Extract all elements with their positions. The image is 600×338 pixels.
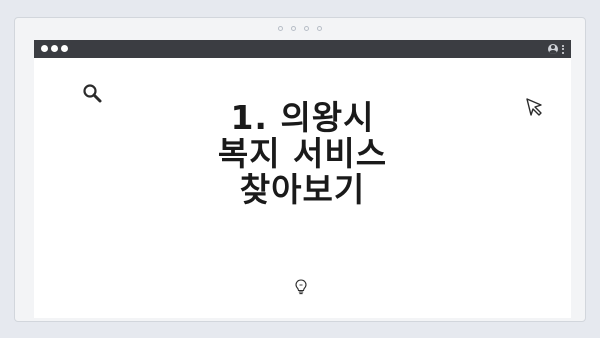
browser-window: 1. 의왕시 복지 서비스 찾아보기	[34, 40, 571, 318]
titlebar-actions	[548, 43, 565, 55]
window-close-dot[interactable]	[41, 45, 48, 52]
headline-line-2: 복지 서비스	[217, 134, 388, 173]
frame-dot	[291, 26, 296, 31]
window-titlebar	[34, 40, 571, 58]
frame-dot	[304, 26, 309, 31]
user-icon[interactable]	[548, 44, 558, 54]
frame-dots	[15, 26, 585, 31]
frame-dot	[278, 26, 283, 31]
page-headline: 1. 의왕시 복지 서비스 찾아보기	[34, 100, 571, 208]
kebab-menu-icon[interactable]	[562, 44, 565, 54]
window-maximize-dot[interactable]	[61, 45, 68, 52]
window-minimize-dot[interactable]	[51, 45, 58, 52]
lightbulb-icon	[295, 279, 307, 295]
frame-dot	[317, 26, 322, 31]
headline-line-1: 1. 의왕시	[230, 98, 375, 137]
headline-line-3: 찾아보기	[239, 170, 366, 209]
